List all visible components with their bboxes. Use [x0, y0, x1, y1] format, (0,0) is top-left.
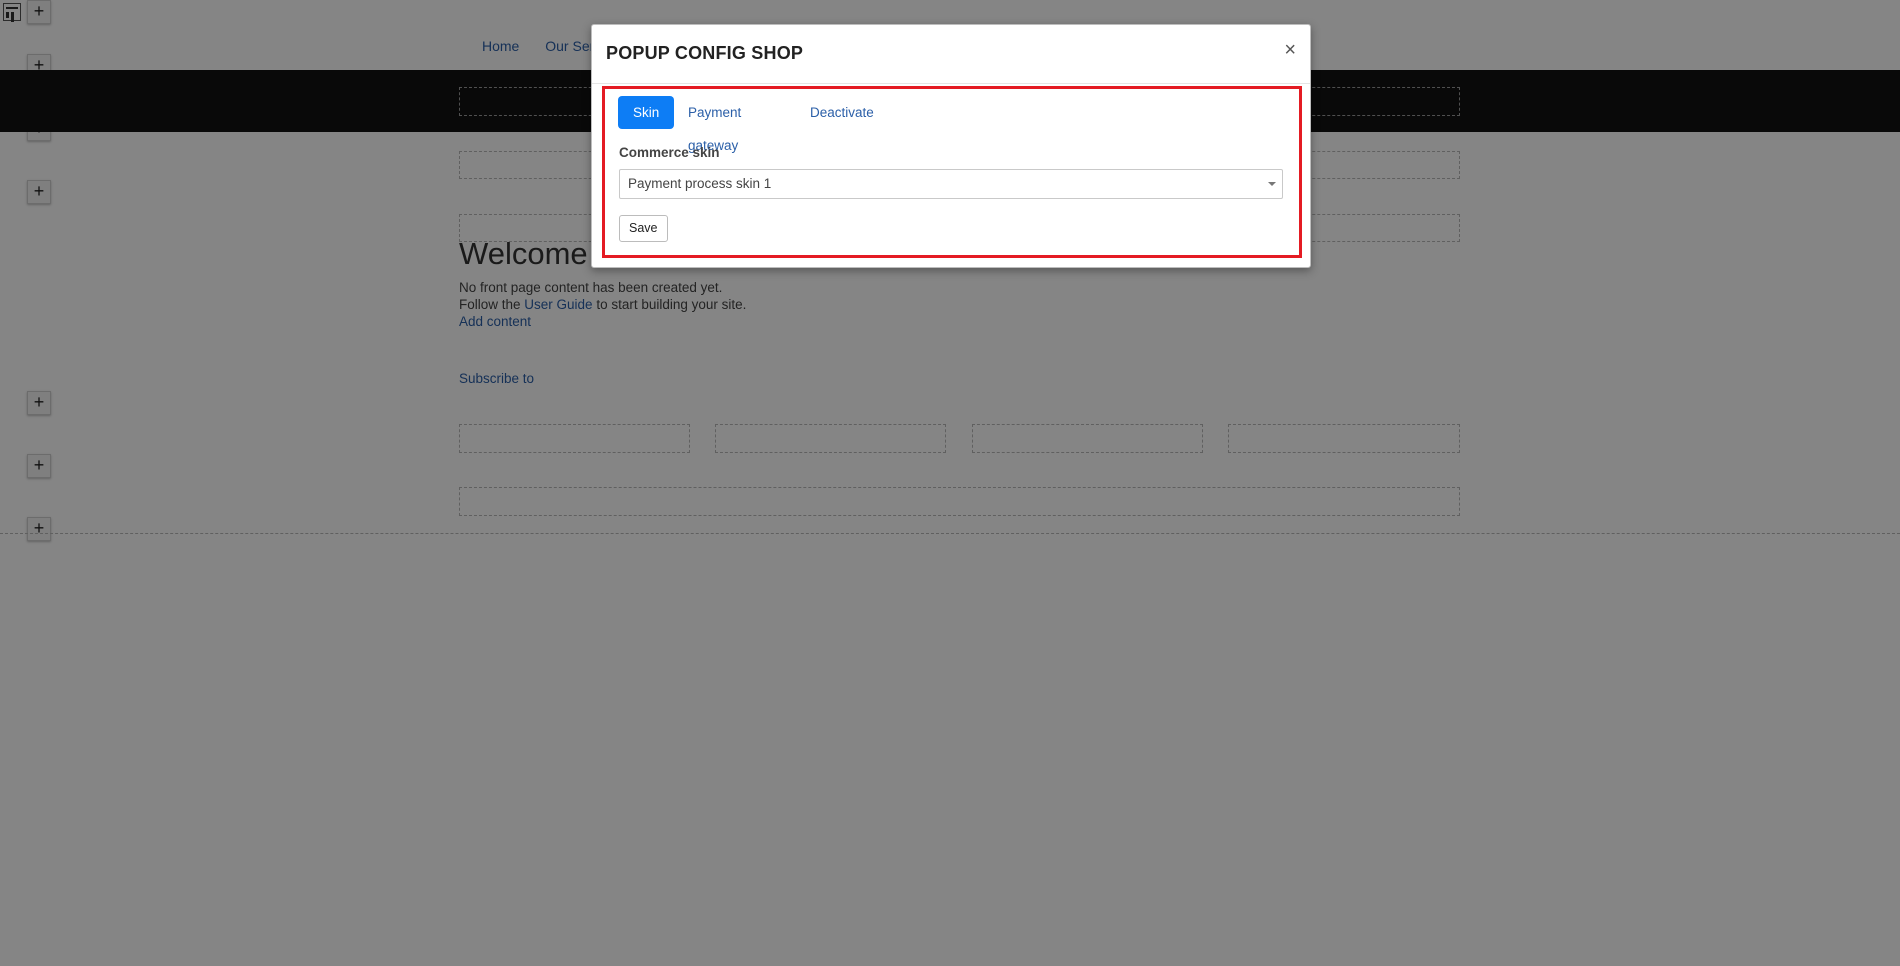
tab-deactivate[interactable]: Deactivate [810, 96, 874, 129]
select-value: Payment process skin 1 [628, 176, 772, 191]
tab-skin[interactable]: Skin [618, 96, 675, 129]
commerce-skin-label: Commerce skin [619, 145, 720, 160]
dialog-header: POPUP CONFIG SHOP × [592, 25, 1310, 84]
close-icon[interactable]: × [1284, 40, 1296, 60]
commerce-skin-select[interactable]: Payment process skin 1 [619, 169, 1283, 199]
config-shop-dialog: POPUP CONFIG SHOP × Skin Payment gateway… [591, 24, 1311, 268]
chevron-down-icon [1268, 182, 1276, 186]
dialog-title: POPUP CONFIG SHOP [606, 43, 804, 63]
save-button[interactable]: Save [619, 215, 668, 242]
tab-payment-gateway[interactable]: Payment gateway [688, 96, 741, 153]
